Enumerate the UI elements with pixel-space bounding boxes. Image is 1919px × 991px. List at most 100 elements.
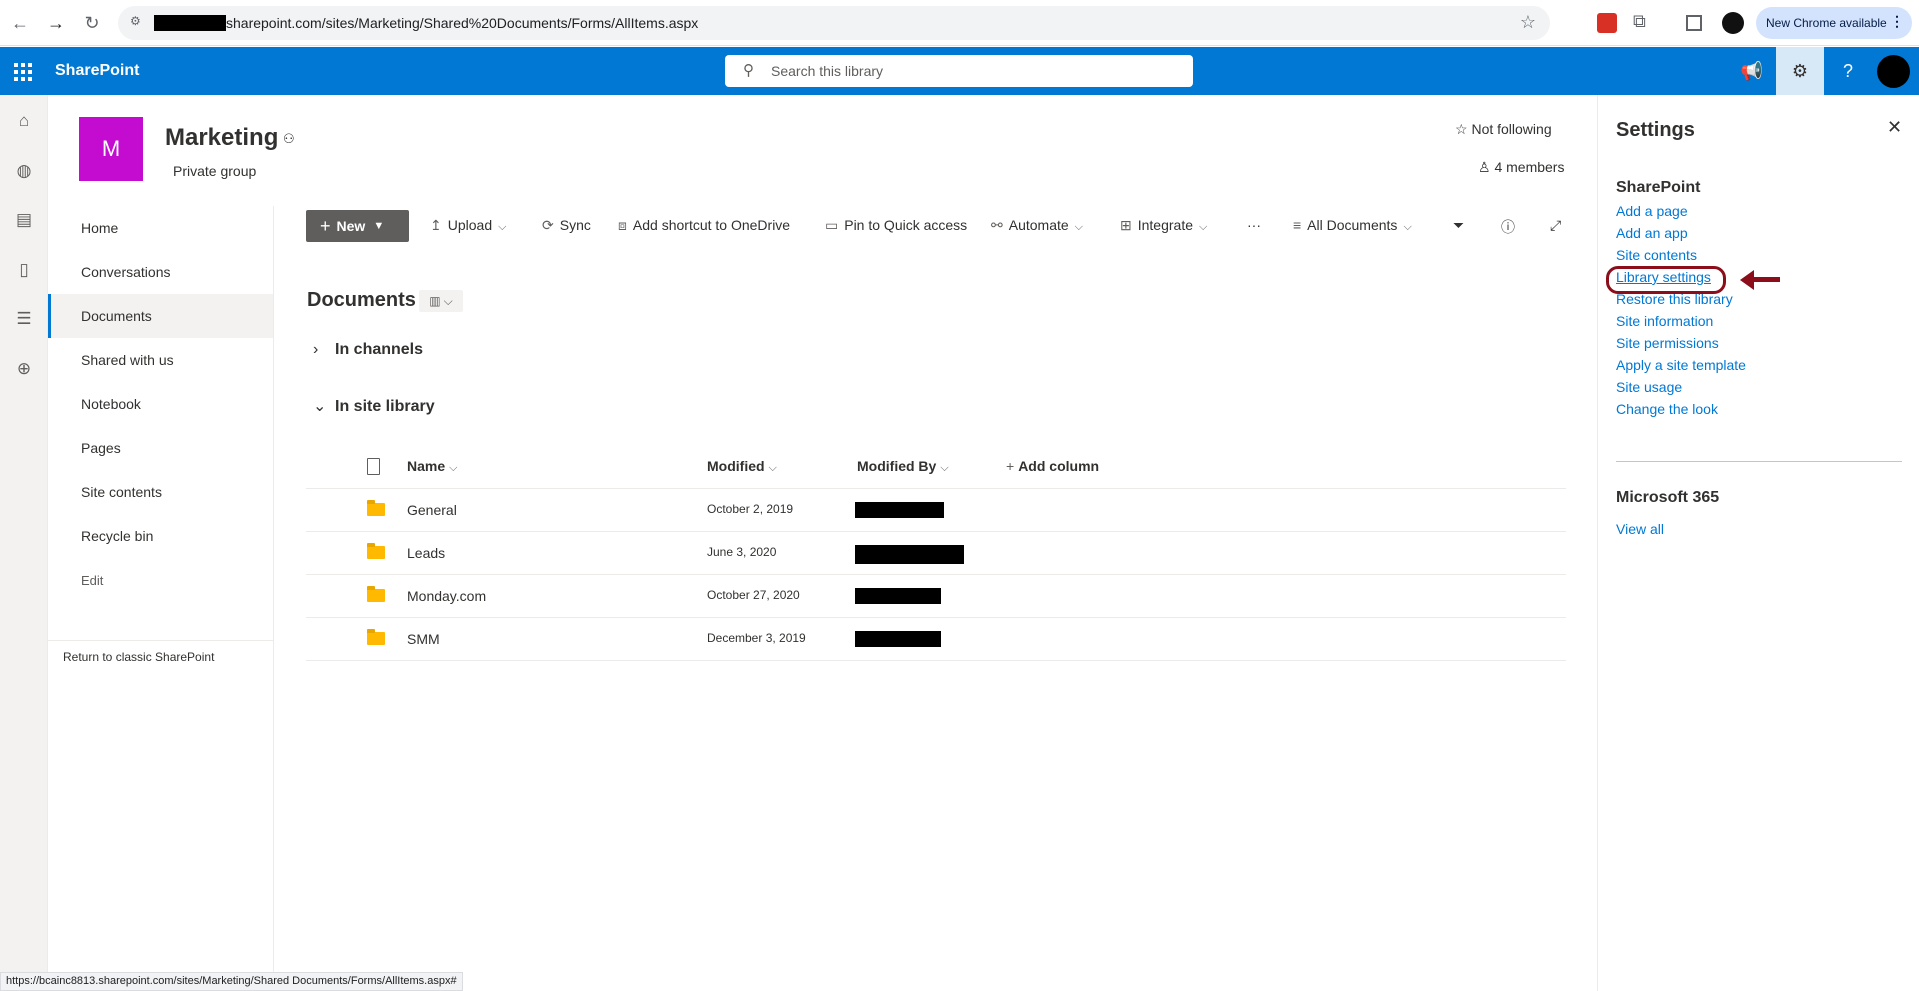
- automate-button[interactable]: ⚯ Automate ⌵: [991, 217, 1083, 234]
- megaphone-icon[interactable]: 📢: [1728, 47, 1776, 95]
- pin-quick-access-button[interactable]: ▭ Pin to Quick access: [825, 217, 967, 234]
- row-modified: October 27, 2020: [707, 588, 800, 602]
- site-information-link[interactable]: Site information: [1616, 313, 1713, 329]
- table-row[interactable]: Leads June 3, 2020: [306, 532, 1566, 575]
- site-permissions-link[interactable]: Site permissions: [1616, 335, 1719, 351]
- row-name[interactable]: General: [407, 502, 457, 518]
- row-name[interactable]: Monday.com: [407, 588, 486, 604]
- annotation-circle: [1606, 266, 1726, 294]
- column-header-modified-by[interactable]: Modified By ⌵: [857, 458, 949, 475]
- side-panel-icon[interactable]: [1686, 15, 1702, 31]
- new-button[interactable]: + New ▼: [306, 210, 409, 242]
- search-box[interactable]: ⚲: [725, 55, 1193, 87]
- chevron-down-icon: ▼: [373, 220, 385, 232]
- info-icon[interactable]: ⓘ: [1501, 217, 1515, 237]
- row-name[interactable]: SMM: [407, 631, 440, 647]
- add-column-button[interactable]: + Add column: [1006, 458, 1099, 474]
- lists-icon[interactable]: ☰: [12, 307, 36, 331]
- group-label: In channels: [335, 341, 424, 358]
- add-shortcut-button[interactable]: ⧈ Add shortcut to OneDrive: [618, 217, 790, 234]
- nav-item-home[interactable]: Home: [48, 206, 273, 250]
- members-button[interactable]: ♙ 4 members: [1478, 159, 1564, 176]
- person-icon: ♙: [1478, 159, 1491, 175]
- row-name[interactable]: Leads: [407, 545, 445, 561]
- site-title[interactable]: Marketing: [165, 124, 278, 152]
- return-classic-link[interactable]: Return to classic SharePoint: [63, 650, 214, 664]
- annotation-arrow: [1740, 270, 1782, 290]
- address-bar[interactable]: ⚙ sharepoint.com/sites/Marketing/Shared%…: [118, 6, 1550, 40]
- help-icon[interactable]: ?: [1824, 47, 1872, 95]
- filter-icon[interactable]: ⏷: [1453, 217, 1464, 234]
- folder-icon: [367, 543, 385, 559]
- library-title[interactable]: Documents: [307, 289, 416, 312]
- site-contents-link[interactable]: Site contents: [1616, 247, 1697, 263]
- settings-gear-icon[interactable]: ⚙: [1776, 47, 1824, 95]
- kebab-menu-icon[interactable]: ⋮: [1890, 13, 1904, 30]
- file-type-icon[interactable]: [367, 458, 380, 475]
- extensions-puzzle-icon[interactable]: ⧉: [1633, 11, 1653, 31]
- table-row[interactable]: General October 2, 2019: [306, 489, 1566, 532]
- forward-icon[interactable]: →: [44, 11, 68, 35]
- site-logo[interactable]: M: [79, 117, 143, 181]
- globe-icon[interactable]: ◍: [12, 159, 36, 183]
- brand-name[interactable]: SharePoint: [55, 62, 139, 80]
- bookmark-star-icon[interactable]: ☆: [1520, 12, 1536, 33]
- folder-icon: [367, 586, 385, 602]
- list-view-icon: ≡: [1293, 217, 1302, 233]
- nav-item-edit[interactable]: Edit: [48, 558, 273, 602]
- extension-icon[interactable]: [1597, 13, 1617, 33]
- nav-item-documents[interactable]: Documents: [48, 294, 273, 338]
- search-icon: ⚲: [743, 62, 754, 79]
- follow-button[interactable]: ☆ Not following: [1455, 121, 1552, 138]
- files-icon[interactable]: ▯: [12, 258, 36, 282]
- nav-item-recycle-bin[interactable]: Recycle bin: [48, 514, 273, 558]
- nav-item-notebook[interactable]: Notebook: [48, 382, 273, 426]
- url-text[interactable]: sharepoint.com/sites/Marketing/Shared%20…: [226, 15, 698, 31]
- apply-site-template-link[interactable]: Apply a site template: [1616, 357, 1746, 373]
- nav-item-conversations[interactable]: Conversations: [48, 250, 273, 294]
- table-row[interactable]: Monday.com October 27, 2020: [306, 575, 1566, 618]
- create-icon[interactable]: ⊕: [12, 357, 36, 381]
- column-header-name[interactable]: Name ⌵: [407, 458, 457, 475]
- view-selector[interactable]: ≡ All Documents ⌵: [1293, 217, 1412, 234]
- column-header-modified[interactable]: Modified ⌵: [707, 458, 777, 475]
- change-look-link[interactable]: Change the look: [1616, 401, 1718, 417]
- profile-avatar[interactable]: [1722, 12, 1744, 34]
- home-icon[interactable]: ⌂: [12, 109, 36, 133]
- plus-icon: +: [1006, 458, 1015, 474]
- status-url: https://bcainc8813.sharepoint.com/sites/…: [0, 972, 463, 991]
- redacted-block: [154, 15, 226, 31]
- group-header-channels[interactable]: › In channels: [313, 341, 423, 359]
- nav-item-shared-with-us[interactable]: Shared with us: [48, 338, 273, 382]
- group-header-site-library[interactable]: ⌄ In site library: [313, 396, 435, 416]
- expand-icon[interactable]: ⤢: [1550, 217, 1561, 234]
- settings-title: Settings: [1616, 119, 1695, 141]
- integrate-button[interactable]: ⊞ Integrate ⌵: [1120, 217, 1207, 234]
- add-page-link[interactable]: Add a page: [1616, 203, 1688, 219]
- reload-icon[interactable]: ↻: [80, 11, 104, 35]
- upload-button[interactable]: ↥ Upload ⌵: [430, 217, 506, 234]
- chrome-update-button[interactable]: New Chrome available ⋮: [1756, 7, 1912, 39]
- library-view-switcher[interactable]: ▥ ⌵: [419, 290, 463, 312]
- site-usage-link[interactable]: Site usage: [1616, 379, 1682, 395]
- user-avatar[interactable]: [1877, 55, 1910, 88]
- chevron-down-icon: ⌄: [313, 398, 327, 415]
- teams-icon[interactable]: ⚇: [283, 131, 295, 147]
- nav-item-site-contents[interactable]: Site contents: [48, 470, 273, 514]
- news-icon[interactable]: ▤: [12, 208, 36, 232]
- follow-label: Not following: [1471, 121, 1552, 137]
- table-row[interactable]: SMM December 3, 2019: [306, 618, 1566, 661]
- app-launcher-icon[interactable]: [10, 59, 34, 83]
- close-icon[interactable]: ✕: [1887, 117, 1902, 138]
- add-app-link[interactable]: Add an app: [1616, 225, 1688, 241]
- sharepoint-section-title: SharePoint: [1616, 179, 1701, 196]
- nav-item-pages[interactable]: Pages: [48, 426, 273, 470]
- search-input[interactable]: [771, 55, 1171, 87]
- view-all-link[interactable]: View all: [1616, 521, 1664, 537]
- row-modified: December 3, 2019: [707, 631, 806, 645]
- automate-label: Automate: [1008, 217, 1069, 233]
- site-info-icon[interactable]: ⚙: [130, 14, 148, 32]
- more-commands-button[interactable]: ···: [1247, 217, 1261, 233]
- sync-button[interactable]: ⟳ Sync: [542, 217, 591, 234]
- back-icon[interactable]: ←: [8, 11, 32, 35]
